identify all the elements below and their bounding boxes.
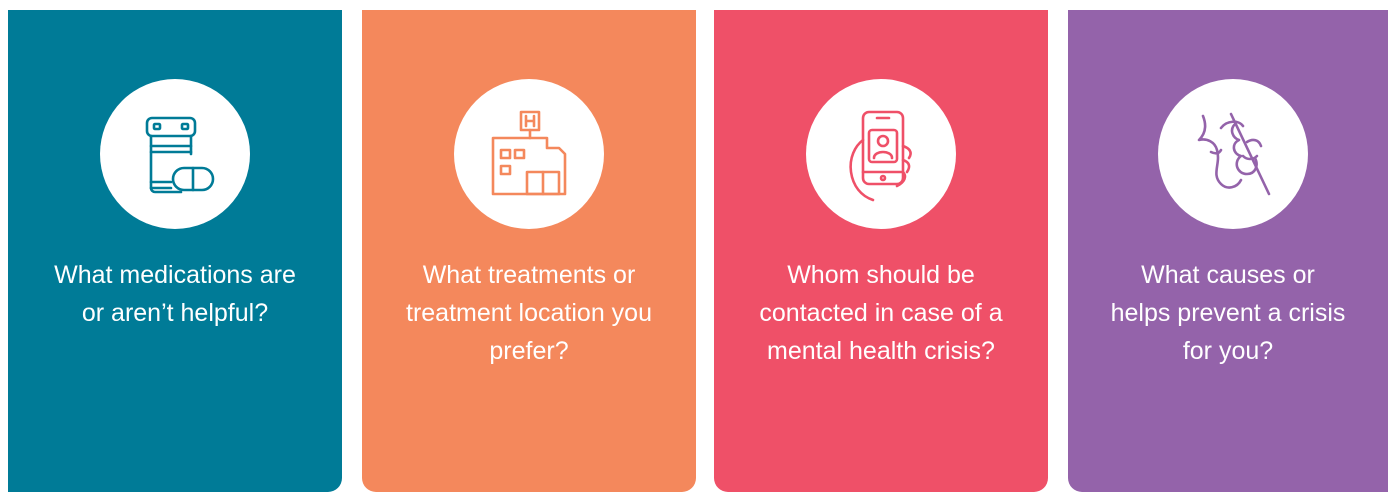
phone-contact-icon [849, 110, 912, 202]
question-text: What treatments or treatment location yo… [406, 261, 652, 365]
card-crisis: What causes or helps prevent a crisis fo… [1068, 10, 1388, 492]
question-text: What causes or helps prevent a crisis fo… [1110, 261, 1346, 365]
card-treatments: What treatments or treatment location yo… [362, 10, 696, 492]
pill-bottle-icon [145, 116, 215, 194]
crisis-prevention-icon [1197, 112, 1271, 196]
question-text: What medications are or aren’t helpful? [54, 261, 296, 327]
hospital-icon [491, 110, 567, 196]
icon-circle [1158, 79, 1308, 229]
icon-circle [806, 79, 956, 229]
card-contacts: Whom should be contacted in case of a me… [714, 10, 1048, 492]
question-cards: What medications are or aren’t helpful? … [0, 0, 1388, 492]
icon-circle [454, 79, 604, 229]
icon-circle [100, 79, 250, 229]
card-medications: What medications are or aren’t helpful? [8, 10, 342, 492]
question-text: Whom should be contacted in case of a me… [759, 261, 1003, 365]
